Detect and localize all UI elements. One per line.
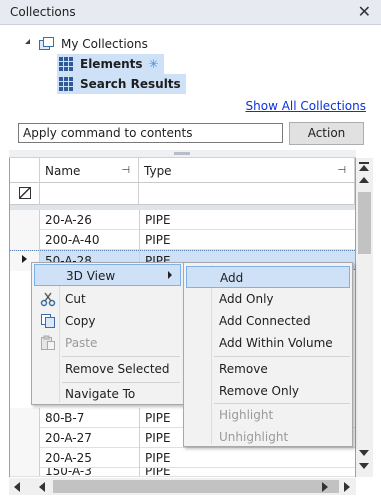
cell-name: 80-B-7	[45, 411, 85, 425]
filter-clear-icon[interactable]	[19, 187, 31, 199]
menu-item-label: Add Only	[219, 292, 274, 306]
scroll-left-icon[interactable]	[39, 482, 45, 492]
menu-item-label: Copy	[65, 314, 96, 328]
tree-item-search-results[interactable]: Search Results	[57, 74, 186, 94]
submenu-3d-view: Add Add Only Add Connected Add Within Vo…	[183, 262, 353, 447]
filter-cell-type[interactable]	[139, 183, 355, 205]
table-row[interactable]: 200-A-40 PIPE	[10, 230, 355, 250]
menu-item-label: Add	[220, 271, 244, 285]
current-row-indicator-icon	[22, 255, 27, 263]
cell-type: PIPE	[145, 213, 171, 227]
scroll-far-right-icon[interactable]	[344, 482, 350, 492]
menu-item-label: Add Connected	[219, 314, 311, 328]
cell-name: 20-A-27	[45, 431, 92, 445]
menu-separator	[62, 356, 180, 357]
column-header-label: Type	[144, 164, 172, 178]
show-all-collections-link[interactable]: Show All Collections	[246, 99, 367, 113]
menu-item-label: Remove Selected	[65, 362, 170, 376]
menu-item-label: Remove	[219, 362, 268, 376]
collection-icon	[59, 57, 73, 71]
cell-type: PIPE	[145, 411, 171, 425]
menu-item-add-only[interactable]: Add Only	[186, 288, 350, 310]
collections-folder-icon	[39, 37, 55, 51]
menu-item-navigate-to[interactable]: Navigate To	[34, 383, 181, 405]
tree-root-my-collections[interactable]: My Collections	[39, 34, 148, 54]
scissors-icon	[40, 291, 56, 307]
scroll-down-icon[interactable]	[359, 450, 369, 456]
row-header-corner	[10, 158, 40, 183]
menu-item-remove-only[interactable]: Remove Only	[186, 380, 350, 402]
menu-item-label: Cut	[65, 292, 86, 306]
close-icon[interactable]: ✕	[358, 2, 371, 21]
tree-item-elements[interactable]: Elements ✳	[57, 54, 164, 74]
pin-icon[interactable]: ⊣	[337, 165, 346, 176]
cell-type: PIPE	[145, 468, 171, 477]
table-row[interactable]: 20-A-26 PIPE	[10, 210, 355, 230]
tree-collapse-icon[interactable]	[25, 39, 30, 44]
menu-item-add-within-volume[interactable]: Add Within Volume	[186, 332, 350, 354]
context-menu: 3D View Cut Copy Paste Remove Selected N…	[31, 262, 184, 405]
cell-name: 20-A-26	[45, 213, 92, 227]
tree-item-label: Search Results	[80, 77, 181, 91]
menu-item-label: Highlight	[219, 408, 274, 422]
menu-item-add-connected[interactable]: Add Connected	[186, 310, 350, 332]
grid-splitter[interactable]	[9, 150, 356, 158]
collection-icon	[59, 77, 73, 91]
scroll-far-left-icon[interactable]	[14, 482, 20, 492]
menu-item-3d-view[interactable]: 3D View	[34, 264, 181, 286]
filter-cell-name[interactable]	[40, 183, 139, 205]
cell-name: 200-A-40	[45, 233, 100, 247]
menu-item-copy[interactable]: Copy	[34, 310, 181, 332]
table-row[interactable]: 150-A-3 PIPE	[10, 468, 355, 477]
panel-title: Collections	[10, 5, 76, 19]
copy-icon	[40, 313, 56, 329]
column-header-type[interactable]: Type ⊣	[139, 158, 355, 183]
vertical-scroll-thumb[interactable]	[358, 192, 371, 254]
cell-type: PIPE	[145, 431, 171, 445]
menu-item-label: 3D View	[66, 269, 116, 283]
scroll-up-icon[interactable]	[359, 177, 369, 183]
active-star-icon: ✳	[148, 57, 159, 71]
menu-item-label: Remove Only	[219, 384, 299, 398]
command-input[interactable]: Apply command to contents	[18, 123, 283, 143]
menu-item-cut[interactable]: Cut	[34, 288, 181, 310]
menu-item-unhighlight[interactable]: Unhighlight	[186, 426, 350, 448]
panel-titlebar: Collections ✕	[0, 0, 381, 25]
cell-type: PIPE	[145, 451, 171, 465]
menu-separator	[214, 356, 350, 357]
menu-item-label: Paste	[65, 336, 98, 350]
menu-item-label: Add Within Volume	[219, 336, 333, 350]
cell-name: 150-A-3	[45, 468, 92, 477]
action-button[interactable]: Action	[289, 122, 364, 145]
menu-item-highlight[interactable]: Highlight	[186, 404, 350, 426]
menu-item-remove[interactable]: Remove	[186, 358, 350, 380]
horizontal-scroll-thumb[interactable]	[53, 480, 339, 493]
column-header-label: Name	[45, 164, 81, 178]
scroll-to-top-icon[interactable]	[359, 162, 369, 172]
table-row[interactable]: 20-A-25 PIPE	[10, 448, 355, 468]
menu-item-label: Navigate To	[65, 387, 136, 401]
column-header-name[interactable]: Name ⊣	[40, 158, 139, 183]
paste-icon	[40, 335, 56, 351]
tree-root-label: My Collections	[61, 37, 148, 51]
menu-item-remove-selected[interactable]: Remove Selected	[34, 358, 181, 380]
cell-type: PIPE	[145, 233, 171, 247]
menu-item-add[interactable]: Add	[186, 266, 350, 288]
menu-item-paste[interactable]: Paste	[34, 332, 181, 354]
submenu-arrow-icon	[168, 271, 172, 279]
cell-name: 20-A-25	[45, 451, 92, 465]
scroll-to-bottom-icon[interactable]	[359, 463, 369, 469]
scroll-right-icon[interactable]	[322, 482, 328, 492]
menu-item-label: Unhighlight	[219, 430, 289, 444]
tree-item-label: Elements	[80, 57, 143, 71]
pin-icon[interactable]: ⊣	[121, 165, 130, 176]
